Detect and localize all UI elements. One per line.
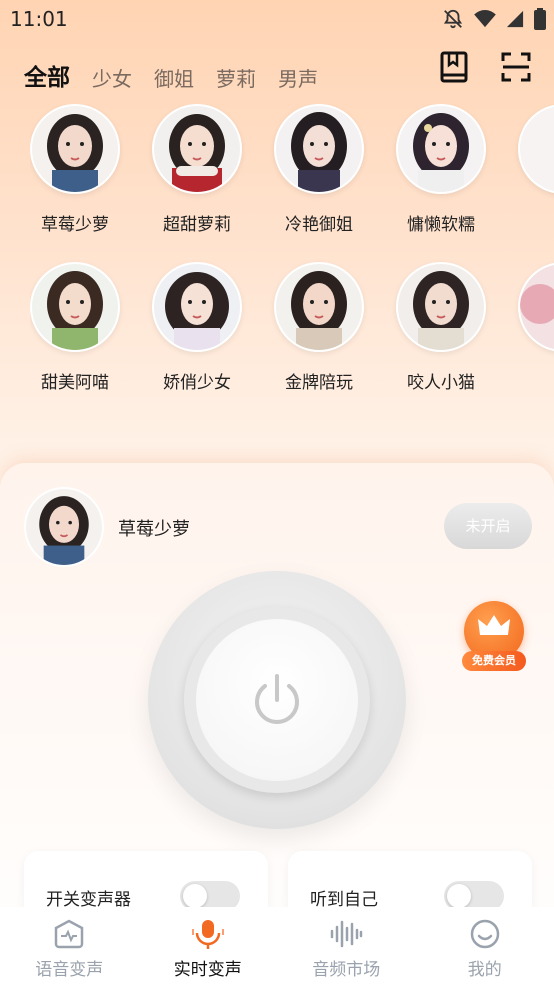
voice-item[interactable]: 慵懒软糯 — [396, 104, 486, 235]
voice-grid: 草莓少萝 超甜萝莉 冷艳御姐 慵懒软糯 甜 甜美阿喵 娇俏少女 — [30, 104, 554, 404]
nav-label: 语音变声 — [35, 960, 104, 980]
voice-name: 冷艳御姐 — [285, 215, 353, 235]
nav-audio-market[interactable]: 音频市场 — [286, 917, 406, 980]
current-voice-name: 草莓少萝 — [118, 519, 190, 540]
vip-label: 免费会员 — [462, 651, 526, 671]
nav-label: 音频市场 — [312, 960, 381, 980]
voice-name: 如 — [518, 368, 554, 393]
power-button[interactable] — [196, 619, 358, 781]
tab-girl[interactable]: 少女 — [92, 63, 132, 92]
nav-mine[interactable]: 我的 — [425, 917, 545, 980]
battery-icon — [534, 8, 546, 30]
voice-item[interactable]: 草莓少萝 — [30, 104, 120, 235]
power-ring — [148, 571, 406, 829]
waveform-icon — [331, 920, 363, 948]
voice-item[interactable]: 甜美阿喵 — [30, 262, 120, 393]
signal-icon — [506, 10, 524, 28]
voice-row: 草莓少萝 超甜萝莉 冷艳御姐 慵懒软糯 甜 — [30, 104, 554, 235]
tab-male[interactable]: 男声 — [278, 63, 318, 92]
voice-avatar — [518, 104, 554, 194]
status-icons — [442, 8, 546, 30]
bell-off-icon — [443, 9, 463, 29]
voice-avatar — [274, 104, 364, 194]
switch-knob — [183, 884, 207, 908]
tab-all[interactable]: 全部 — [24, 58, 70, 92]
book-icon[interactable] — [438, 50, 470, 84]
smiley-icon — [470, 919, 499, 949]
voice-name: 金牌陪玩 — [285, 373, 353, 393]
voice-avatar — [152, 262, 242, 352]
wifi-icon — [474, 10, 496, 28]
power-icon — [255, 674, 299, 724]
tab-mature[interactable]: 御姐 — [154, 63, 194, 92]
voice-name: 咬人小猫 — [407, 373, 475, 393]
status-time: 11:01 — [10, 7, 68, 31]
voice-name: 甜美阿喵 — [41, 373, 109, 393]
voice-avatar — [396, 104, 486, 194]
nav-label: 我的 — [467, 960, 502, 980]
crown-icon — [478, 615, 510, 635]
current-voice-avatar — [24, 487, 104, 567]
nav-realtime[interactable]: 实时变声 — [148, 917, 268, 980]
voice-name: 超甜萝莉 — [163, 215, 231, 235]
voice-item[interactable]: 金牌陪玩 — [274, 262, 364, 393]
voice-avatar — [518, 262, 554, 352]
voice-name: 草莓少萝 — [41, 215, 109, 235]
status-button[interactable]: 未开启 — [444, 503, 532, 549]
voice-item[interactable]: 超甜萝莉 — [152, 104, 242, 235]
category-tabs: 全部 少女 御姐 萝莉 男声 — [24, 58, 318, 92]
voice-item[interactable]: 冷艳御姐 — [274, 104, 364, 235]
pulse-board-icon — [55, 919, 84, 949]
voice-item[interactable]: 娇俏少女 — [152, 262, 242, 393]
voice-name: 娇俏少女 — [163, 373, 231, 393]
voice-avatar — [30, 262, 120, 352]
scan-icon[interactable] — [500, 50, 532, 84]
vip-badge[interactable]: 免费会员 — [462, 601, 526, 675]
voice-item[interactable]: 甜 — [518, 104, 554, 235]
voice-avatar — [396, 262, 486, 352]
voice-item[interactable]: 咬人小猫 — [396, 262, 486, 393]
tab-loli[interactable]: 萝莉 — [216, 63, 256, 92]
voice-avatar — [274, 262, 364, 352]
nav-label: 实时变声 — [173, 960, 242, 980]
nav-voice-change[interactable]: 语音变声 — [9, 917, 129, 980]
status-bar: 11:01 — [0, 0, 554, 38]
voice-name: 甜 — [518, 210, 554, 235]
voice-item[interactable]: 如 — [518, 262, 554, 393]
voice-name: 慵懒软糯 — [407, 215, 475, 235]
voice-avatar — [152, 104, 242, 194]
voice-avatar — [30, 104, 120, 194]
bottom-nav: 语音变声 实时变声 音频市场 我的 — [0, 907, 554, 985]
microphone-icon — [191, 920, 224, 949]
power-ring-inner — [184, 607, 370, 793]
voice-row: 甜美阿喵 娇俏少女 金牌陪玩 咬人小猫 如 — [30, 262, 554, 393]
switch-knob — [447, 884, 471, 908]
